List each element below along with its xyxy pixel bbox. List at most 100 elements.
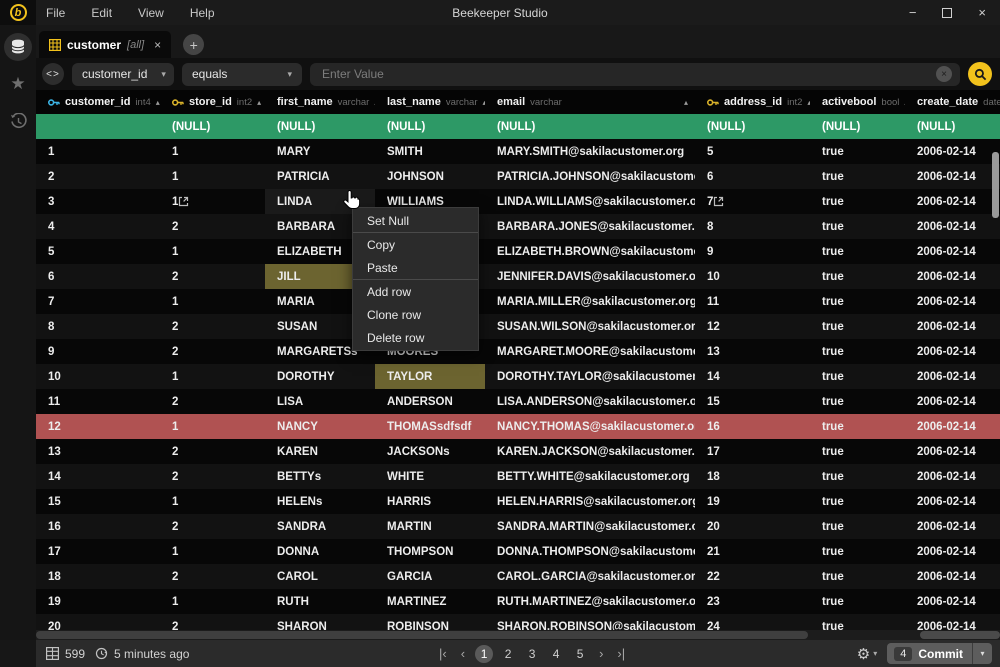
- cell-store_id[interactable]: 2: [160, 514, 265, 539]
- cell-address_id[interactable]: 23: [695, 589, 810, 614]
- page-button-1[interactable]: 1: [475, 645, 493, 663]
- context-menu-item-clone-row[interactable]: Clone row: [353, 303, 478, 326]
- cell-address_id[interactable]: 16: [695, 414, 810, 439]
- cell-customer_id[interactable]: 5: [36, 239, 160, 264]
- new-tab-button[interactable]: +: [183, 34, 204, 55]
- cell-store_id[interactable]: 1: [160, 489, 265, 514]
- column-header-customer_id[interactable]: customer_idint4▴: [36, 90, 160, 114]
- cell-email[interactable]: CAROL.GARCIA@sakilacustomer.org: [485, 564, 695, 589]
- insert-cell-customer_id[interactable]: [36, 114, 160, 139]
- cell-activebool[interactable]: true: [810, 464, 905, 489]
- menu-help[interactable]: Help: [190, 6, 215, 20]
- column-header-last_name[interactable]: last_namevarchar▴: [375, 90, 485, 114]
- tab-customer[interactable]: customer [all] ×: [39, 31, 171, 58]
- table-row[interactable]: 132KARENJACKSONsKAREN.JACKSON@sakilacust…: [36, 439, 1000, 464]
- cell-email[interactable]: SANDRA.MARTIN@sakilacustomer.org: [485, 514, 695, 539]
- app-logo[interactable]: b: [0, 0, 36, 25]
- cell-last_name[interactable]: THOMASsdfsdf: [375, 414, 485, 439]
- cell-create_date[interactable]: 2006-02-14: [905, 564, 1000, 589]
- page-button-5[interactable]: 5: [571, 645, 589, 663]
- cell-last_name[interactable]: JACKSONs: [375, 439, 485, 464]
- expand-cell-icon[interactable]: [713, 196, 724, 207]
- cell-activebool[interactable]: true: [810, 514, 905, 539]
- insert-cell-activebool[interactable]: (NULL): [810, 114, 905, 139]
- cell-email[interactable]: SUSAN.WILSON@sakilacustomer.org: [485, 314, 695, 339]
- cell-store_id[interactable]: 2: [160, 439, 265, 464]
- cell-email[interactable]: DONNA.THOMPSON@sakilacustomer.org: [485, 539, 695, 564]
- cell-customer_id[interactable]: 19: [36, 589, 160, 614]
- cell-customer_id[interactable]: 1: [36, 139, 160, 164]
- cell-create_date[interactable]: 2006-02-14: [905, 214, 1000, 239]
- cell-last_name[interactable]: WHITE: [375, 464, 485, 489]
- context-menu-item-delete-row[interactable]: Delete row: [353, 326, 478, 349]
- cell-create_date[interactable]: 2006-02-14: [905, 589, 1000, 614]
- cell-email[interactable]: MARGARET.MOORE@sakilacustomer.org: [485, 339, 695, 364]
- pending-insert-row[interactable]: (NULL)(NULL)(NULL)(NULL)(NULL)(NULL)(NUL…: [36, 114, 1000, 139]
- table-row[interactable]: 142BETTYsWHITEBETTY.WHITE@sakilacustomer…: [36, 464, 1000, 489]
- close-button[interactable]: ×: [978, 5, 986, 20]
- table-row[interactable]: 51ELIZABETHBROWNELIZABETH.BROWN@sakilacu…: [36, 239, 1000, 264]
- cell-store_id[interactable]: 1: [160, 189, 265, 214]
- cell-store_id[interactable]: 2: [160, 214, 265, 239]
- cell-address_id[interactable]: 20: [695, 514, 810, 539]
- cell-activebool[interactable]: true: [810, 239, 905, 264]
- insert-cell-address_id[interactable]: (NULL): [695, 114, 810, 139]
- cell-email[interactable]: PATRICIA.JOHNSON@sakilacustomer.org: [485, 164, 695, 189]
- table-row[interactable]: 151HELENsHARRISHELEN.HARRIS@sakilacustom…: [36, 489, 1000, 514]
- table-row[interactable]: 191RUTHMARTINEZRUTH.MARTINEZ@sakilacusto…: [36, 589, 1000, 614]
- cell-address_id[interactable]: 14: [695, 364, 810, 389]
- context-menu-item-add-row[interactable]: Add row: [353, 280, 478, 303]
- sort-asc-icon[interactable]: ▴: [684, 98, 695, 107]
- cell-activebool[interactable]: true: [810, 439, 905, 464]
- insert-cell-email[interactable]: (NULL): [485, 114, 695, 139]
- table-row[interactable]: 112LISAANDERSONLISA.ANDERSON@sakilacusto…: [36, 389, 1000, 414]
- insert-cell-store_id[interactable]: (NULL): [160, 114, 265, 139]
- page-button-3[interactable]: 3: [523, 645, 541, 663]
- cell-create_date[interactable]: 2006-02-14: [905, 239, 1000, 264]
- cell-first_name[interactable]: DOROTHY: [265, 364, 375, 389]
- cell-create_date[interactable]: 2006-02-14: [905, 489, 1000, 514]
- column-header-email[interactable]: emailvarchar▴: [485, 90, 695, 114]
- cell-first_name[interactable]: HELENs: [265, 489, 375, 514]
- cell-create_date[interactable]: 2006-02-14: [905, 139, 1000, 164]
- cell-customer_id[interactable]: 17: [36, 539, 160, 564]
- horizontal-scrollbar[interactable]: [36, 630, 1000, 640]
- cell-create_date[interactable]: 2006-02-14: [905, 439, 1000, 464]
- cell-email[interactable]: HELEN.HARRIS@sakilacustomer.org: [485, 489, 695, 514]
- prev-page-button[interactable]: ‹: [457, 646, 469, 661]
- cell-store_id[interactable]: 1: [160, 414, 265, 439]
- cell-customer_id[interactable]: 4: [36, 214, 160, 239]
- table-row[interactable]: 62JILLDAVISJENNIFER.DAVIS@sakilacustomer…: [36, 264, 1000, 289]
- cell-email[interactable]: MARY.SMITH@sakilacustomer.org: [485, 139, 695, 164]
- cell-email[interactable]: BARBARA.JONES@sakilacustomer.org: [485, 214, 695, 239]
- cell-email[interactable]: LISA.ANDERSON@sakilacustomer.org: [485, 389, 695, 414]
- cell-activebool[interactable]: true: [810, 339, 905, 364]
- cell-activebool[interactable]: true: [810, 564, 905, 589]
- cell-email[interactable]: RUTH.MARTINEZ@sakilacustomer.org: [485, 589, 695, 614]
- cell-address_id[interactable]: 18: [695, 464, 810, 489]
- cell-customer_id[interactable]: 16: [36, 514, 160, 539]
- cell-address_id[interactable]: 12: [695, 314, 810, 339]
- cell-customer_id[interactable]: 2: [36, 164, 160, 189]
- cell-address_id[interactable]: 11: [695, 289, 810, 314]
- cell-first_name[interactable]: PATRICIA: [265, 164, 375, 189]
- cell-first_name[interactable]: DONNA: [265, 539, 375, 564]
- cell-address_id[interactable]: 15: [695, 389, 810, 414]
- cell-create_date[interactable]: 2006-02-14: [905, 389, 1000, 414]
- commit-button[interactable]: 4 Commit ▾: [887, 643, 992, 664]
- filter-value-input[interactable]: [322, 67, 936, 81]
- cell-last_name[interactable]: TAYLOR: [375, 364, 485, 389]
- cell-create_date[interactable]: 2006-02-14: [905, 339, 1000, 364]
- vertical-scrollbar[interactable]: [992, 152, 999, 218]
- commit-dropdown-caret[interactable]: ▾: [972, 643, 992, 664]
- column-header-activebool[interactable]: activeboolbool▴: [810, 90, 905, 114]
- sidebar-item-tables[interactable]: [4, 33, 32, 61]
- insert-cell-last_name[interactable]: (NULL): [375, 114, 485, 139]
- column-header-address_id[interactable]: address_idint2▴: [695, 90, 810, 114]
- cell-store_id[interactable]: 1: [160, 364, 265, 389]
- cell-customer_id[interactable]: 10: [36, 364, 160, 389]
- cell-store_id[interactable]: 2: [160, 264, 265, 289]
- menu-view[interactable]: View: [138, 6, 164, 20]
- table-row[interactable]: 92MARGARETSsMOORESMARGARET.MOORE@sakilac…: [36, 339, 1000, 364]
- cell-activebool[interactable]: true: [810, 164, 905, 189]
